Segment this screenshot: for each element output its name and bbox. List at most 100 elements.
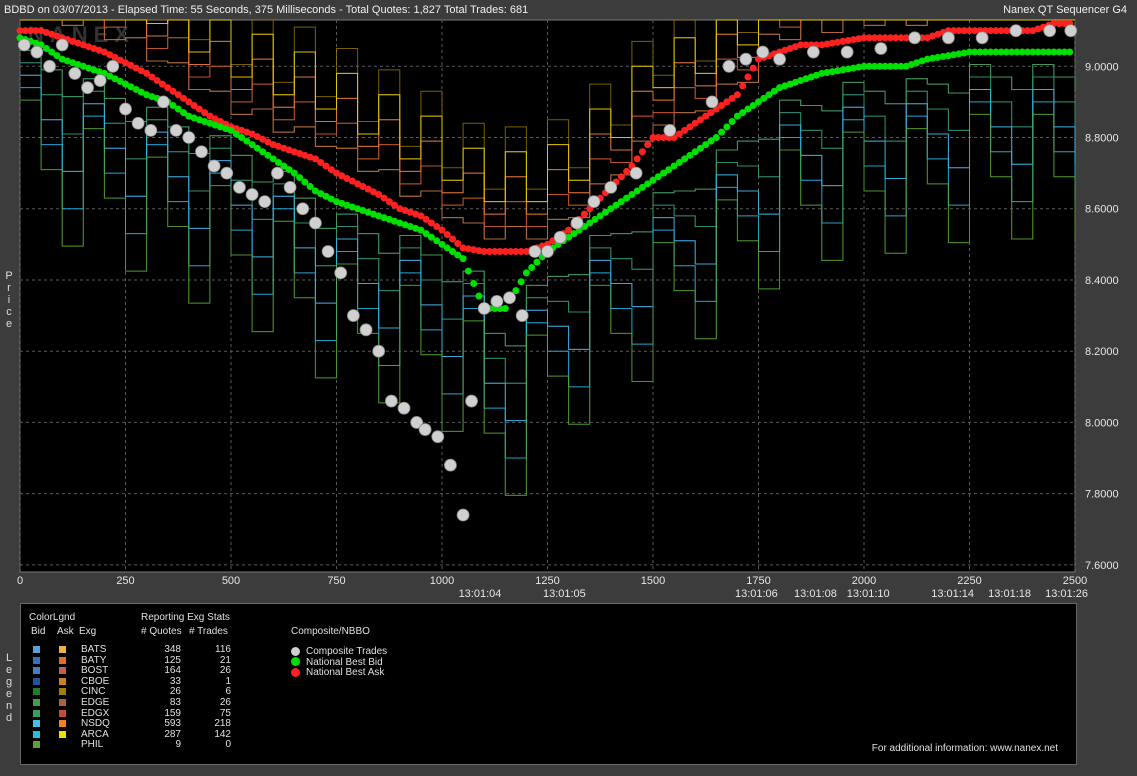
exchange-quotes: 593 [164,718,181,730]
exchange-name: BATS [81,644,107,655]
national-best-bid-point [464,267,472,275]
col-ask-header: Ask [57,626,74,637]
col-trades-header: # Trades [189,626,228,637]
composite-trade-point [477,302,491,315]
composite-trade-point [629,166,643,180]
composite-legend-label: National Best Bid [306,656,383,668]
national-best-bid-point [718,128,726,136]
ask-color-swatch [59,709,66,717]
exchange-trades: 142 [214,728,231,740]
composite-trade-point [773,52,786,66]
exchange-trades: 21 [219,654,231,666]
composite-legend-marker [291,646,300,656]
y-tick-label: 8.8000 [1085,133,1119,145]
national-best-ask-point [739,82,747,90]
composite-trade-point [942,31,955,45]
time-label: 13:01:26 [1045,588,1088,600]
exchange-name: NSDQ [81,718,110,730]
composite-trade-point [106,59,120,73]
bid-color-swatch [33,656,40,664]
national-best-bid-point [475,292,483,300]
national-best-bid-point [522,269,530,277]
national-best-ask-point [749,64,757,72]
exchange-trades: 26 [219,697,231,708]
time-label: 13:01:18 [988,588,1031,600]
bid-color-swatch [33,688,40,696]
price-chart: NANEX7.60007.80008.00008.20008.40008.600… [16,19,1119,600]
exchange-trades: 1 [225,675,231,687]
composite-trade-point [233,180,246,194]
composite-trade-point [908,31,922,45]
bid-color-swatch [33,709,40,717]
composite-trade-point [722,59,736,73]
composite-trade-point [308,216,322,230]
time-label: 13:01:06 [735,588,778,600]
national-best-bid-point [528,264,536,272]
composite-trade-point [490,294,504,308]
x-tick-label: 1750 [746,575,770,587]
composite-trade-point [296,202,310,216]
national-best-bid-point [517,278,525,286]
legend-panel: ColorLgnd Reporting Exg Stats Bid Ask Ex… [20,603,1077,765]
x-tick-label: 750 [327,575,345,587]
composite-trade-point [30,45,44,59]
exchange-quotes: 83 [169,697,181,708]
composite-trade-point [258,195,272,209]
composite-trade-point [17,38,31,52]
legend-side-label: Legend [5,652,13,724]
composite-trade-point [68,67,82,80]
national-best-bid-point [723,123,731,131]
exchange-quotes: 9 [175,739,181,751]
composite-trade-point [444,458,457,472]
national-best-ask-point [623,167,631,175]
national-best-ask-point [580,210,588,218]
national-best-ask-point [744,73,752,81]
composite-trade-point [528,245,542,258]
exchange-quotes: 287 [164,728,181,740]
national-best-ask-point [644,141,652,149]
x-tick-label: 1250 [535,575,559,587]
exchange-quotes: 125 [164,654,181,666]
x-tick-label: 0 [17,575,23,587]
bid-color-swatch [33,720,40,728]
composite-trade-point [131,116,145,130]
bid-color-swatch [33,730,40,738]
bid-color-swatch [33,741,40,749]
exchange-trades: 75 [219,707,231,719]
y-tick-label: 8.2000 [1085,346,1119,358]
composite-trade-point [397,401,411,415]
composite-trade-point [384,394,398,408]
composite-trade-point [283,180,297,194]
composite-legend-label: National Best Ask [306,667,385,679]
exchange-trades: 218 [214,718,231,730]
composite-trade-point [418,423,432,436]
composite-trade-point [465,394,478,408]
composite-trade-point [321,245,335,258]
national-best-bid-point [470,280,478,288]
y-tick-label: 8.4000 [1085,275,1119,287]
composite-legend-marker [291,667,300,677]
composite-trade-point [553,230,567,244]
composite-title: Composite/NBBO [291,626,370,637]
composite-trade-point [372,344,386,358]
y-tick-label: 9.0000 [1085,61,1119,73]
time-label: 13:01:14 [931,588,974,600]
ask-color-swatch [59,656,66,664]
national-best-bid-point [459,255,467,263]
exchange-name: EDGX [81,707,110,719]
exchange-name: BOST [81,665,109,677]
composite-trade-point [874,42,888,55]
col-quotes-header: # Quotes [141,626,182,637]
exchange-trades: 0 [225,739,231,751]
composite-trade-point [81,81,94,95]
price-axis-label: Price [5,270,13,330]
ask-color-swatch [59,667,66,675]
ask-color-swatch [59,646,66,653]
exchange-quotes: 164 [164,665,181,677]
ask-color-swatch [59,730,66,738]
time-label: 13:01:10 [847,588,890,600]
footer-info: For additional information: www.nanex.ne… [871,743,1058,754]
composite-trade-point [182,131,196,144]
color-legend-title: ColorLgnd [29,612,76,623]
composite-trade-point [456,508,470,522]
